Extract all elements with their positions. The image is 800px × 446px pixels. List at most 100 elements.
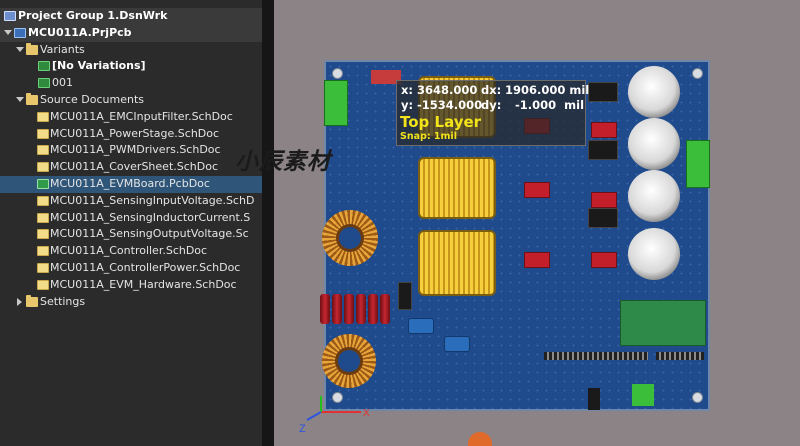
electrolytic-capacitor (628, 170, 680, 222)
ic-package (588, 208, 618, 228)
bottom-connector (588, 388, 600, 410)
panel-splitter[interactable] (262, 0, 274, 446)
mounting-hole (332, 68, 343, 79)
tree-item-document[interactable]: MCU011A_SensingOutputVoltage.Sc (0, 226, 262, 243)
coordinate-hud: x: 3648.000 dx: 1906.000 mil y: -1534.00… (396, 80, 590, 146)
tree-item-label: Source Documents (40, 92, 144, 106)
x-axis-label: X (363, 408, 370, 419)
film-capacitor (332, 294, 342, 324)
tree-item-project-group[interactable]: Project Group 1.DsnWrk (0, 8, 262, 25)
pcb-doc-icon (37, 178, 49, 189)
expand-icon[interactable] (16, 96, 24, 102)
smd-component (524, 252, 550, 268)
schematic-doc-icon (37, 229, 49, 240)
tree-item-label: MCU011A_EMCInputFilter.SchDoc (50, 109, 233, 123)
hud-snap: Snap: 1mil (400, 131, 457, 142)
hud-y-label: y: (401, 98, 414, 112)
tree-item-document[interactable]: MCU011A_EMCInputFilter.SchDoc (0, 109, 262, 126)
schematic-doc-icon (37, 195, 49, 206)
tree-item-document[interactable]: MCU011A_EVM_Hardware.SchDoc (0, 277, 262, 294)
hud-dx-label: dx: (481, 83, 502, 97)
expand-icon[interactable] (4, 29, 12, 35)
z-axis-line (306, 411, 322, 421)
tree-item-label: MCU011A_PowerStage.SchDoc (50, 126, 220, 140)
tree-item-document[interactable]: MCU011A_Controller.SchDoc (0, 243, 262, 260)
smd-component (591, 192, 617, 208)
tree-item-variants[interactable]: Variants (0, 42, 262, 59)
film-capacitor (380, 294, 390, 324)
ic-package (588, 82, 618, 102)
tree-item-label: MCU011A_SensingInductorCurrent.S (50, 210, 251, 224)
tree-item-document[interactable]: MCU011A_SensingInductorCurrent.S (0, 210, 262, 227)
toroid-inductor (322, 210, 378, 266)
pcb-project-icon (14, 27, 26, 38)
inductor-middle (418, 157, 496, 219)
ic-package (398, 282, 412, 310)
schematic-doc-icon (37, 128, 49, 139)
tree-item-project[interactable]: MCU011A.PrjPcb (0, 24, 262, 42)
smd-component (524, 182, 550, 198)
hud-dx-value: 1906.000 mil (505, 83, 590, 97)
project-tree: Project Group 1.DsnWrk MCU011A.PrjPcb Va… (0, 8, 262, 310)
tree-item-document[interactable]: MCU011A_CoverSheet.SchDoc (0, 159, 262, 176)
workspace-icon (4, 11, 16, 21)
film-capacitor (344, 294, 354, 324)
pcb-canvas[interactable]: x: 3648.000 dx: 1906.000 mil y: -1534.00… (274, 0, 800, 446)
tree-item-label: 001 (52, 76, 73, 90)
inductor-bottom (418, 230, 496, 296)
electrolytic-capacitor (628, 228, 680, 280)
blue-capacitor (444, 336, 470, 352)
blue-capacitor (408, 318, 434, 334)
tree-item-document[interactable]: MCU011A_SensingInputVoltage.SchD (0, 193, 262, 210)
tree-item-label: MCU011A_SensingInputVoltage.SchD (50, 193, 255, 207)
tree-item-label: MCU011A_ControllerPower.SchDoc (50, 260, 241, 274)
tree-item-label: Variants (40, 42, 85, 56)
expand-icon[interactable] (16, 46, 24, 52)
tree-item-variant[interactable]: 001 (0, 75, 262, 92)
tree-item-label: [No Variations] (52, 59, 146, 73)
z-axis-label: Z (299, 423, 306, 435)
film-capacitor (356, 294, 366, 324)
mounting-hole (692, 392, 703, 403)
tree-item-label: Settings (40, 294, 86, 308)
folder-icon (26, 92, 38, 105)
tree-item-settings[interactable]: Settings (0, 294, 262, 311)
orange-marker (468, 432, 492, 446)
hud-dy-label: dy: (481, 98, 502, 112)
schematic-doc-icon (37, 162, 49, 173)
schematic-doc-icon (37, 212, 49, 223)
output-terminal-connector (686, 140, 710, 188)
projects-panel: Project Group 1.DsnWrk MCU011A.PrjPcb Va… (0, 0, 262, 446)
tree-item-document[interactable]: MCU011A_PWMDrivers.SchDoc (0, 142, 262, 159)
folder-icon (26, 42, 38, 55)
schematic-doc-icon (37, 111, 49, 122)
smd-component (591, 252, 617, 268)
variant-icon (38, 78, 50, 89)
input-terminal-connector (324, 80, 348, 126)
bottom-terminal (632, 384, 654, 406)
hud-x-label: x: (401, 83, 414, 97)
axis-gizmo: X Z (299, 396, 370, 435)
tree-item-document-selected[interactable]: MCU011A_EVMBoard.PcbDoc (0, 175, 262, 193)
tree-item-label: MCU011A_SensingOutputVoltage.Sc (50, 227, 249, 241)
hud-dy-value: -1.000 mil (515, 98, 585, 112)
tree-item-label: MCU011A.PrjPcb (28, 25, 132, 39)
tree-item-label: MCU011A_EVMBoard.PcbDoc (50, 176, 210, 190)
smd-component (591, 122, 617, 138)
pin-header (544, 352, 648, 360)
controller-card (620, 300, 706, 346)
tree-item-label: MCU011A_PWMDrivers.SchDoc (50, 143, 221, 157)
tree-item-variant[interactable]: [No Variations] (0, 58, 262, 75)
tree-item-document[interactable]: MCU011A_PowerStage.SchDoc (0, 126, 262, 143)
schematic-doc-icon (37, 262, 49, 273)
schematic-doc-icon (37, 279, 49, 290)
hud-x-value: 3648.000 (417, 83, 478, 97)
film-capacitor (368, 294, 378, 324)
collapse-icon[interactable] (17, 297, 22, 306)
mounting-hole (692, 68, 703, 79)
tree-item-document[interactable]: MCU011A_ControllerPower.SchDoc (0, 260, 262, 277)
watermark-text: 小辰素材 (235, 148, 331, 175)
tree-item-source-documents[interactable]: Source Documents (0, 92, 262, 109)
schematic-doc-icon (37, 145, 49, 156)
electrolytic-capacitor (628, 66, 680, 118)
